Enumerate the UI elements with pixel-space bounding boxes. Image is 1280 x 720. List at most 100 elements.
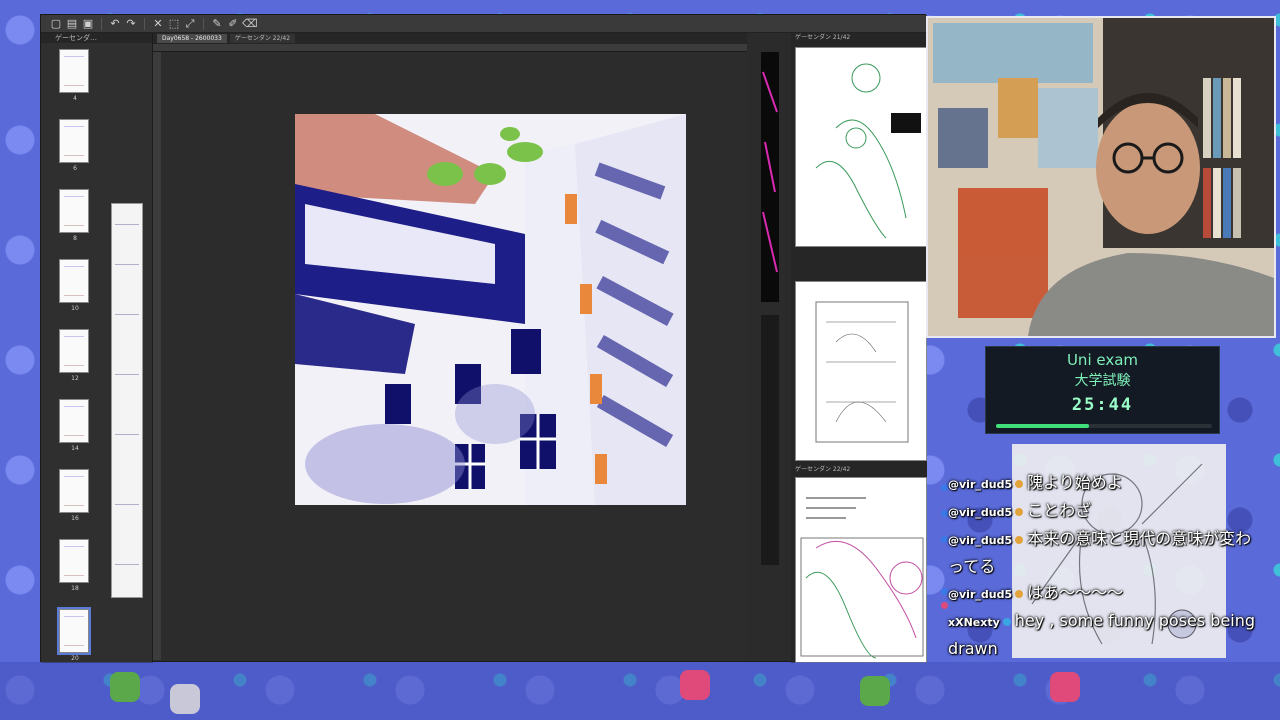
toolbar-divider xyxy=(101,17,102,30)
timer-progress-bar xyxy=(996,424,1212,428)
timer-subtitle: 大学試験 xyxy=(1074,373,1131,389)
thumbnail-4[interactable] xyxy=(59,329,89,373)
preview-line xyxy=(115,434,139,435)
chat-text: ことわざ xyxy=(1027,501,1092,520)
thumbnail-drawing xyxy=(64,406,84,436)
chat-overlay: @vir_dud5 隗より始めよ @vir_dud5 ことわざ @vir_dud5 本… xyxy=(948,470,1258,662)
page-preview-bottom[interactable] xyxy=(795,477,927,663)
chat-text: はあ〜〜〜〜 xyxy=(1027,583,1124,602)
chat-dot-1 xyxy=(941,510,948,517)
timer-progress-fill xyxy=(996,424,1089,428)
transform-icon[interactable]: ⤢ xyxy=(183,17,197,31)
thumbnail-num-8: 20 xyxy=(71,655,79,662)
mascot-icon xyxy=(170,684,200,714)
thumbnail-drawing xyxy=(64,126,84,156)
redo-icon[interactable]: ↷ xyxy=(124,17,138,31)
chat-message: @vir_dud5 隗より始めよ xyxy=(948,470,1258,498)
thumbnail-num-7: 18 xyxy=(71,585,79,592)
thumbnail-5[interactable] xyxy=(59,399,89,443)
subscriber-badge-icon xyxy=(1015,589,1024,598)
magenta-sketch xyxy=(762,71,778,273)
thumbnail-num-2: 8 xyxy=(73,235,77,242)
preview-line xyxy=(115,374,139,375)
clip-studio-window: ▢ ▤ ▣ ↶ ↷ ✕ ⬚ ⤢ ✎ ✐ ⌫ ゲーセンダ… 4 6 8 10 12… xyxy=(40,14,927,663)
timer-clock: 25:44 xyxy=(1071,395,1134,415)
thumbnail-num-5: 14 xyxy=(71,445,79,452)
page-preview-top[interactable] xyxy=(795,47,927,247)
toolbar-divider xyxy=(203,17,204,30)
chat-message: @vir_dud5 はあ〜〜〜〜 xyxy=(948,580,1258,608)
preview-line xyxy=(115,564,139,565)
preview-line xyxy=(115,224,139,225)
subscriber-badge-icon xyxy=(1015,507,1024,516)
thumbnail-2[interactable] xyxy=(59,189,89,233)
timer-title: Uni exam xyxy=(1066,351,1139,369)
chat-dot-2 xyxy=(941,536,948,543)
thumbnail-8[interactable] xyxy=(57,607,91,655)
chat-username: @vir_dud5 xyxy=(948,534,1013,547)
selection-icon[interactable]: ⬚ xyxy=(167,17,181,31)
building-illustration xyxy=(295,114,686,505)
thumbnail-6[interactable] xyxy=(59,469,89,513)
undo-icon[interactable]: ↶ xyxy=(108,17,122,31)
subscriber-badge-icon xyxy=(1002,617,1011,626)
mascot-icon xyxy=(860,676,890,706)
thumbnail-0[interactable] xyxy=(59,49,89,93)
chat-text: 隗より始めよ xyxy=(1027,473,1123,492)
right-panel-tab-top[interactable]: ゲーセンダン 21/42 xyxy=(791,33,850,42)
artwork-canvas[interactable] xyxy=(295,114,686,505)
thumbnail-num-3: 10 xyxy=(71,305,79,312)
chat-username: @vir_dud5 xyxy=(948,588,1013,601)
panel-tab-label[interactable]: ゲーセンダ… xyxy=(41,33,152,43)
chat-dot-3 xyxy=(941,588,948,595)
eraser-icon[interactable]: ⌫ xyxy=(242,17,258,31)
study-timer: Uni exam 大学試験 25:44 xyxy=(985,346,1220,434)
chat-message: @vir_dud5 本来の意味と現代の意味が変わってる xyxy=(948,526,1258,580)
ruler-vertical xyxy=(153,52,161,660)
right-panel-tab-bottom[interactable]: ゲーセンダン 22/42 xyxy=(791,465,850,474)
save-icon[interactable]: ▣ xyxy=(81,17,95,31)
thumbnail-1[interactable] xyxy=(59,119,89,163)
thumbnail-drawing xyxy=(64,336,84,366)
subscriber-badge-icon xyxy=(1015,479,1024,488)
right-page-panels: ゲーセンダン 21/42 ゲーセンダン 22/42 xyxy=(791,33,927,663)
webcam-image xyxy=(928,18,1274,336)
chat-message: @vir_dud5 ことわざ xyxy=(948,498,1258,526)
canvas-tab-bar: Day0658 - 2600033 ゲーセンダン 22/42 xyxy=(153,33,747,44)
tab-day0658[interactable]: Day0658 - 2600033 xyxy=(157,34,227,43)
chat-username: xXNexty xyxy=(948,616,1000,629)
thumbnail-drawing xyxy=(64,56,84,86)
subscriber-badge-icon xyxy=(1015,535,1024,544)
open-folder-icon[interactable]: ▤ xyxy=(65,17,79,31)
clear-icon[interactable]: ✕ xyxy=(151,17,165,31)
thumbnail-7[interactable] xyxy=(59,539,89,583)
chat-username: @vir_dud5 xyxy=(948,506,1013,519)
side-page-preview[interactable] xyxy=(111,203,143,598)
new-file-icon[interactable]: ▢ xyxy=(49,17,63,31)
sketch-preview-middle xyxy=(815,301,909,443)
toolbar-divider xyxy=(144,17,145,30)
chat-dot-4 xyxy=(941,602,948,609)
mascot-icon xyxy=(110,672,140,702)
brush-icon[interactable]: ✐ xyxy=(226,17,240,31)
toolbar: ▢ ▤ ▣ ↶ ↷ ✕ ⬚ ⤢ ✎ ✐ ⌫ xyxy=(41,15,927,33)
sketch-preview-bottom xyxy=(800,497,924,659)
thumbnail-drawing xyxy=(64,476,84,506)
ruler-horizontal xyxy=(153,44,747,52)
side-preview-scroll[interactable] xyxy=(761,315,779,565)
tab-gesendan-22[interactable]: ゲーセンダン 22/42 xyxy=(229,34,296,43)
thumbnail-drawing xyxy=(64,546,84,576)
preview-line xyxy=(115,314,139,315)
thumbnail-drawing xyxy=(64,266,84,296)
bottom-decor-strip xyxy=(0,662,1280,720)
chat-dot-0 xyxy=(941,484,948,491)
mascot-icon xyxy=(680,670,710,700)
preview-line xyxy=(115,264,139,265)
sketch-preview-top xyxy=(815,63,921,239)
thumbnail-drawing xyxy=(64,616,84,646)
pen-icon[interactable]: ✎ xyxy=(210,17,224,31)
thumbnail-num-0: 4 xyxy=(73,95,77,102)
thumbnail-3[interactable] xyxy=(59,259,89,303)
page-preview-middle[interactable] xyxy=(795,281,927,461)
thumbnail-num-4: 12 xyxy=(71,375,79,382)
